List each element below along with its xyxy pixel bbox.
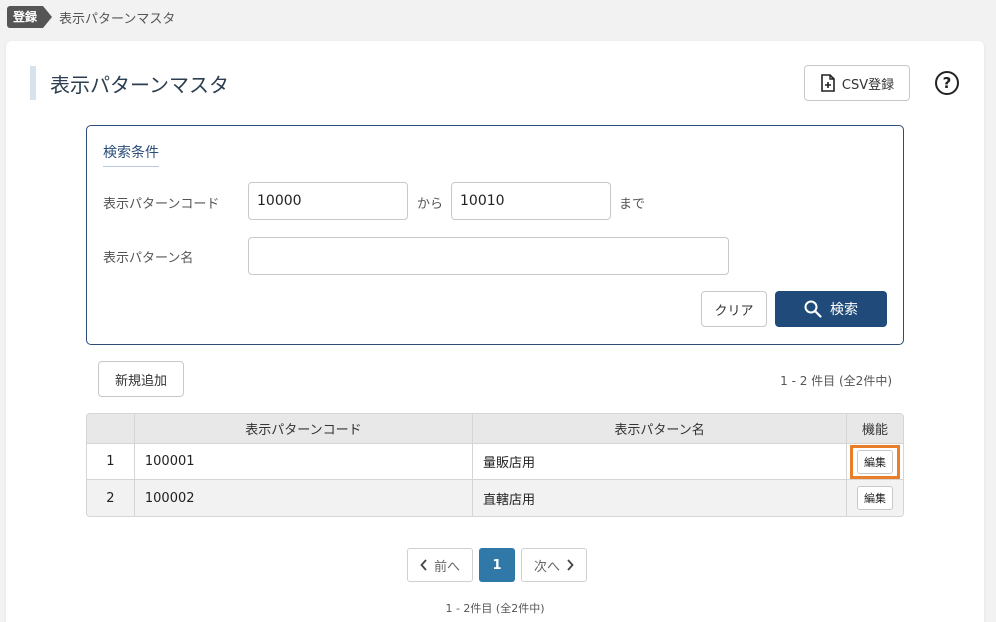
name-label: 表示パターン名: [103, 251, 194, 266]
code-label: 表示パターンコード: [103, 197, 220, 212]
row-function: 編集: [847, 444, 903, 480]
name-input[interactable]: [248, 237, 729, 275]
prev-page-button[interactable]: 前へ: [407, 548, 473, 582]
from-word: から: [417, 197, 444, 212]
search-panel-title: 検索条件: [103, 142, 159, 167]
chevron-left-icon: [420, 559, 427, 571]
add-new-button[interactable]: 新規追加: [98, 361, 184, 397]
breadcrumb: 登録 表示パターンマスタ: [7, 6, 175, 28]
main-card: 表示パターンマスタ CSV登録 ? 検索条件 表示パターンコード から まで 表…: [6, 41, 984, 622]
result-count-bottom: 1 - 2件目 (全2件中): [445, 602, 545, 615]
header-code[interactable]: 表示パターンコード: [134, 414, 474, 444]
search-button[interactable]: 検索: [775, 291, 887, 327]
table-header-row: 表示パターンコード 表示パターン名 機能: [87, 414, 903, 444]
prev-label: 前へ: [433, 559, 460, 575]
edit-highlight-frame: 編集: [850, 444, 900, 479]
table-row: 1 100001 量販店用 編集: [87, 444, 903, 480]
search-icon: [804, 300, 822, 318]
row-code: 100001: [134, 444, 474, 480]
help-icon[interactable]: ?: [935, 71, 959, 95]
next-page-button[interactable]: 次へ: [521, 548, 587, 582]
row-function: 編集: [847, 480, 903, 516]
help-glyph: ?: [942, 74, 952, 92]
row-number: 2: [87, 480, 135, 516]
next-label: 次へ: [533, 559, 560, 575]
csv-register-button[interactable]: CSV登録: [804, 65, 910, 101]
pagination: 前へ 1 次へ: [407, 548, 587, 582]
header-function: 機能: [847, 414, 903, 444]
to-word: まで: [619, 197, 646, 212]
page-title: 表示パターンマスタ: [50, 72, 229, 97]
row-name: 量販店用: [473, 444, 847, 480]
results-table: 表示パターンコード 表示パターン名 機能 1 100001 量販店用 編集 2 …: [86, 413, 904, 517]
file-plus-icon: [821, 74, 835, 92]
title-bar: 表示パターンマスタ: [30, 66, 229, 100]
result-count-top: 1 - 2 件目 (全2件中): [780, 374, 892, 388]
page-1-button[interactable]: 1: [479, 548, 515, 582]
search-panel: 検索条件 表示パターンコード から まで 表示パターン名 クリア 検索: [86, 125, 904, 345]
header-number: [87, 414, 135, 444]
clear-button[interactable]: クリア: [701, 291, 767, 327]
header-name[interactable]: 表示パターン名: [473, 414, 847, 444]
csv-register-label: CSV登録: [841, 77, 895, 93]
breadcrumb-current: 表示パターンマスタ: [59, 11, 176, 27]
edit-button[interactable]: 編集: [857, 486, 893, 510]
code-to-input[interactable]: [451, 182, 611, 220]
edit-button[interactable]: 編集: [857, 449, 893, 474]
breadcrumb-tag[interactable]: 登録: [7, 6, 53, 28]
row-name: 直轄店用: [473, 480, 847, 516]
code-from-input[interactable]: [248, 182, 408, 220]
search-label: 検索: [830, 302, 858, 318]
row-code: 100002: [134, 480, 474, 516]
chevron-right-icon: [567, 559, 574, 571]
row-number: 1: [87, 444, 135, 480]
table-row: 2 100002 直轄店用 編集: [87, 480, 903, 516]
